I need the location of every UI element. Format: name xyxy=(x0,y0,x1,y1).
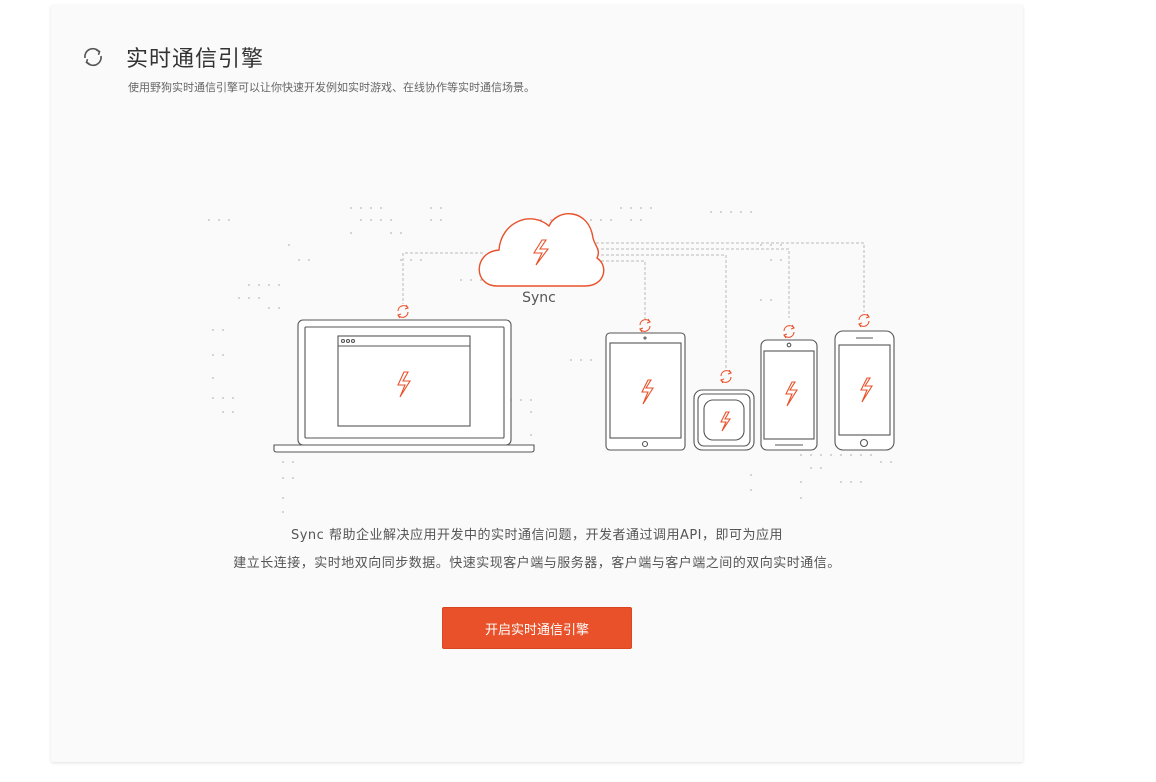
page-subtitle: 使用野狗实时通信引擎可以让你快速开发例如实时游戏、在线协作等实时通信场景。 xyxy=(128,81,535,94)
android-phone-icon xyxy=(760,339,818,451)
smartwatch-icon xyxy=(693,389,755,451)
sync-icon xyxy=(720,369,732,384)
sync-icon xyxy=(84,47,102,67)
sync-illustration: Sync xyxy=(208,207,895,513)
description-line-2: 建立长连接，实时地双向同步数据。快速实现客户端与服务器，客户端与客户端之间的双向… xyxy=(233,556,841,571)
sync-icon xyxy=(783,324,795,339)
tablet-icon xyxy=(605,332,686,451)
iphone-icon xyxy=(834,330,895,451)
cloud-icon: Sync xyxy=(478,213,605,306)
sync-icon xyxy=(858,313,870,328)
sync-icon xyxy=(397,304,409,319)
sync-icon xyxy=(639,318,651,333)
description-line-1: Sync 帮助企业解决应用开发中的实时通信问题，开发者通过调用API，即可为应用 xyxy=(290,528,784,543)
feature-card: 实时通信引擎 使用野狗实时通信引擎可以让你快速开发例如实时游戏、在线协作等实时通… xyxy=(51,5,1023,762)
cloud-label: Sync xyxy=(522,290,556,306)
laptop-icon xyxy=(273,319,535,453)
page-title: 实时通信引擎 xyxy=(126,47,265,72)
enable-sync-button[interactable]: 开启实时通信引擎 xyxy=(442,607,632,649)
